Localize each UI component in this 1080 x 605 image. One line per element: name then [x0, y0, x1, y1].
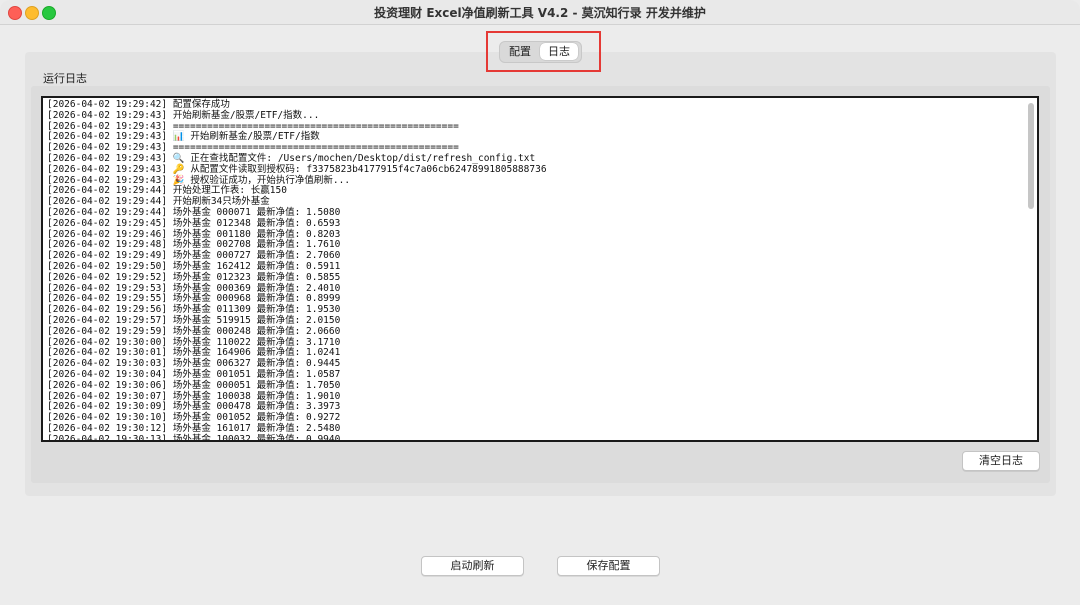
title-bar: 投资理财 Excel净值刷新工具 V4.2 - 莫沉知行录 开发并维护 [0, 0, 1080, 25]
log-scrollbar[interactable] [1025, 100, 1035, 438]
log-line: [2026-04-02 19:29:52] 场外基金 012323 最新净值: … [47, 271, 341, 283]
log-line: [2026-04-02 19:29:45] 场外基金 012348 最新净值: … [47, 217, 341, 229]
log-scroll-thumb[interactable] [1028, 103, 1034, 209]
save-config-button[interactable]: 保存配置 [557, 556, 660, 576]
log-line: [2026-04-02 19:30:06] 场外基金 000051 最新净值: … [47, 379, 341, 391]
window-title: 投资理财 Excel净值刷新工具 V4.2 - 莫沉知行录 开发并维护 [374, 6, 706, 20]
log-line: [2026-04-02 19:30:13] 场外基金 100032 最新净值: … [47, 433, 341, 442]
start-refresh-button[interactable]: 启动刷新 [421, 556, 524, 576]
clear-log-button[interactable]: 清空日志 [962, 451, 1040, 471]
log-line: [2026-04-02 19:29:43] 开始刷新基金/股票/ETF/指数..… [47, 109, 320, 121]
highlight-annotation-box [486, 31, 601, 72]
log-section-label: 运行日志 [43, 72, 87, 85]
log-textarea[interactable]: [2026-04-02 19:29:42] 配置保存成功 [2026-04-02 … [41, 96, 1039, 442]
app-window: 投资理财 Excel净值刷新工具 V4.2 - 莫沉知行录 开发并维护 配置 日… [0, 0, 1080, 605]
log-line: [2026-04-02 19:29:59] 场外基金 000248 最新净值: … [47, 325, 341, 337]
log-line: [2026-04-02 19:29:43] 🔑 从配置文件读取到授权码: f33… [47, 163, 547, 175]
log-lines: [2026-04-02 19:29:42] 配置保存成功 [2026-04-02 … [47, 99, 1017, 442]
